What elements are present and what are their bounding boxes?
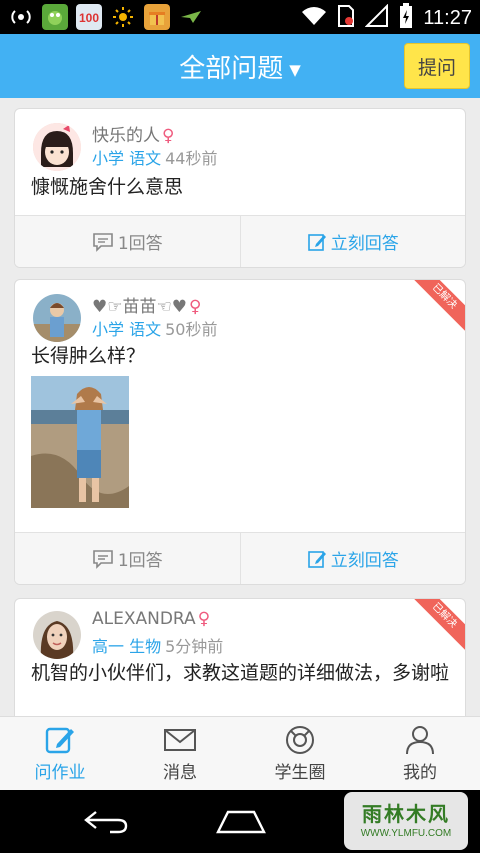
question-meta: 小学 语文 50秒前 xyxy=(92,316,217,340)
cell-signal-icon xyxy=(365,3,389,32)
ask-question-button[interactable]: 提问 xyxy=(404,43,470,89)
envelope-icon xyxy=(164,729,196,751)
tab-messages[interactable]: 消息 xyxy=(120,717,240,790)
status-bar: 100 11:27 xyxy=(0,0,480,34)
solved-ribbon: 已解决 xyxy=(407,599,465,653)
username[interactable]: ALEXANDRA ♀ xyxy=(92,609,210,629)
username[interactable]: 快乐的人 ♀ xyxy=(92,121,174,146)
question-meta: 高一 生物 5分钟前 xyxy=(92,633,223,657)
comment-icon xyxy=(93,549,113,569)
system-nav-bar: 雨林木风 WWW.YLMFU.COM xyxy=(0,790,480,853)
question-meta: 小学 语文 44秒前 xyxy=(92,145,217,169)
answer-now-button[interactable]: 立刻回答 xyxy=(239,533,466,584)
female-icon: ♀ xyxy=(197,609,211,629)
question-photo[interactable] xyxy=(31,376,129,508)
avatar[interactable] xyxy=(33,294,81,342)
subject-label: 高一 生物 xyxy=(92,637,162,656)
avatar[interactable] xyxy=(33,123,81,171)
frog-app-icon xyxy=(42,4,68,30)
person-icon xyxy=(406,726,434,755)
home-icon[interactable] xyxy=(214,808,268,838)
question-text[interactable]: 长得肿么样？ xyxy=(31,342,449,370)
answer-now-button[interactable]: 立刻回答 xyxy=(239,216,466,267)
watermark-logo: 雨林木风 WWW.YLMFU.COM xyxy=(344,792,468,850)
sim-card-icon xyxy=(337,4,355,32)
question-text[interactable]: 机智的小伙伴们，求教这道题的详细做法，多谢啦 xyxy=(31,659,449,687)
edit-icon xyxy=(307,550,326,568)
question-card[interactable]: 已解决 ♥☞苗苗☜♥ ♀ 小学 语文 50秒前 长得肿么样？ 1回答 立刻回答 xyxy=(14,279,466,585)
question-card[interactable]: 快乐的人 ♀ 小学 语文 44秒前 慷慨施舍什么意思 1回答 立刻回答 xyxy=(14,108,466,268)
post-time: 44秒前 xyxy=(165,149,218,168)
app-header: 全部问题 ▼ 提问 xyxy=(0,34,480,98)
username[interactable]: ♥☞苗苗☜♥ ♀ xyxy=(92,292,201,317)
watermark-url: WWW.YLMFU.COM xyxy=(360,828,452,839)
post-time: 5分钟前 xyxy=(165,637,224,656)
watermark-title: 雨林木风 xyxy=(362,802,450,826)
gift-box-icon xyxy=(144,4,170,30)
comment-icon xyxy=(93,232,113,252)
female-icon: ♀ xyxy=(188,297,202,317)
page-title: 全部问题 xyxy=(179,54,284,84)
svg-text:100: 100 xyxy=(79,11,99,24)
bottom-tab-bar: 问作业 消息 学生圈 我的 xyxy=(0,716,480,790)
back-icon[interactable] xyxy=(82,806,130,840)
plane-icon xyxy=(178,4,204,30)
system-status-icons: 11:27 xyxy=(301,3,472,33)
subject-label: 小学 语文 xyxy=(92,149,162,168)
100-app-icon: 100 xyxy=(76,4,102,30)
tab-profile[interactable]: 我的 xyxy=(360,717,480,790)
question-text[interactable]: 慷慨施舍什么意思 xyxy=(31,173,449,201)
question-card[interactable]: 已解决 ALEXANDRA ♀ 高一 生物 5分钟前 机智的小伙伴们，求教这道题的详… xyxy=(14,598,466,716)
card-actions: 1回答 立刻回答 xyxy=(15,215,465,267)
notification-icons: 100 xyxy=(8,4,204,30)
signal-tower-icon xyxy=(8,4,34,30)
clock: 11:27 xyxy=(423,6,472,29)
wifi-icon xyxy=(301,5,327,31)
tab-ask-homework[interactable]: 问作业 xyxy=(0,717,120,790)
female-icon: ♀ xyxy=(162,126,175,146)
subject-label: 小学 语文 xyxy=(92,320,162,339)
circle-icon xyxy=(286,726,314,754)
post-time: 50秒前 xyxy=(165,320,218,339)
card-actions: 1回答 立刻回答 xyxy=(15,532,465,584)
solved-ribbon: 已解决 xyxy=(407,280,465,334)
question-feed[interactable]: 快乐的人 ♀ 小学 语文 44秒前 慷慨施舍什么意思 1回答 立刻回答 已解决 ♥☞… xyxy=(0,98,480,716)
caret-down-icon: ▼ xyxy=(289,60,301,79)
tab-student-circle[interactable]: 学生圈 xyxy=(240,717,360,790)
sun-icon xyxy=(110,4,136,30)
avatar[interactable] xyxy=(33,611,81,659)
battery-icon xyxy=(399,3,413,33)
edit-icon xyxy=(45,727,74,754)
edit-icon xyxy=(307,233,326,251)
answers-count-button[interactable]: 1回答 xyxy=(15,216,240,267)
answers-count-button[interactable]: 1回答 xyxy=(15,533,240,584)
